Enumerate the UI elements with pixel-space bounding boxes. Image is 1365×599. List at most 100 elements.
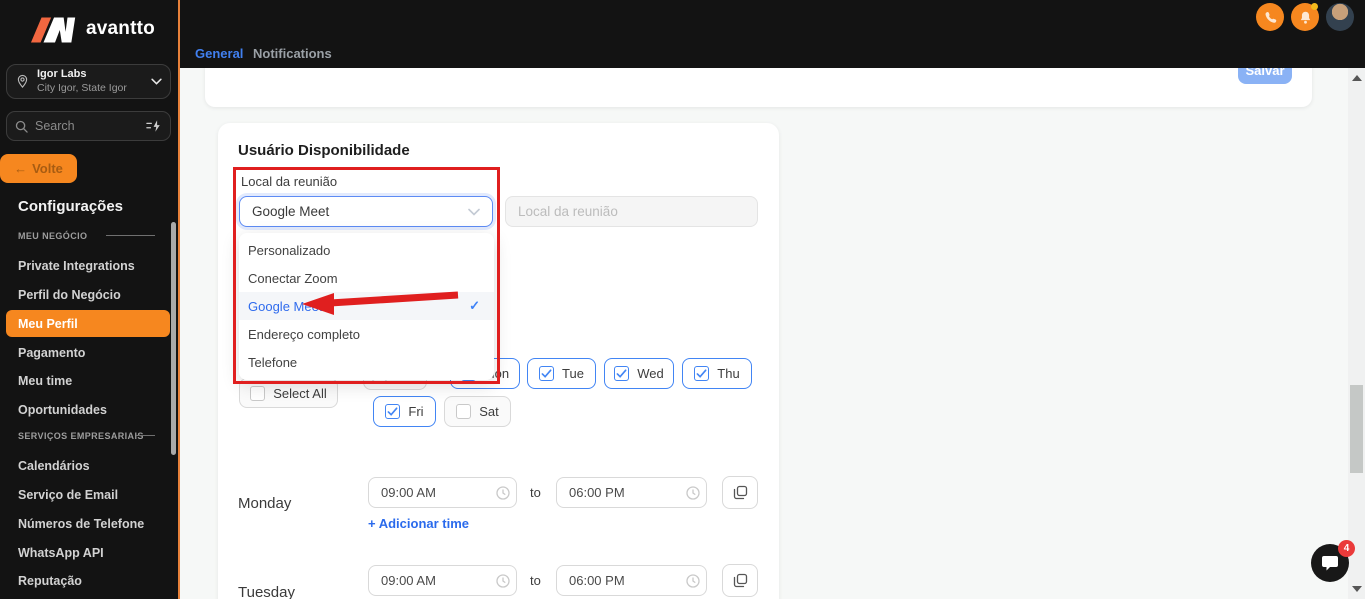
checkbox-icon	[250, 385, 266, 401]
monday-copy-button[interactable]	[722, 476, 758, 509]
section-divider	[136, 435, 155, 436]
day-toggle-sat[interactable]: Sat	[444, 396, 511, 427]
schedule-day-label: Tuesday	[238, 584, 295, 599]
dropdown-option-endereco-completo[interactable]: Endereço completo ✓	[239, 320, 494, 348]
location-name: Igor Labs	[37, 68, 87, 81]
scroll-up-icon[interactable]	[1352, 75, 1362, 81]
sidebar-item-pagamento[interactable]: Pagamento	[18, 346, 85, 360]
option-label: Telefone	[248, 354, 298, 370]
chat-unread-badge: 4	[1338, 540, 1355, 557]
tuesday-end-time-input[interactable]	[556, 565, 707, 596]
back-button-label: Volte	[32, 161, 63, 176]
location-subtitle: City Igor, State Igor	[37, 81, 127, 94]
page-scrollbar-thumb[interactable]	[1350, 385, 1363, 473]
dropdown-option-conectar-zoom[interactable]: Conectar Zoom ✓	[239, 264, 494, 292]
location-selector[interactable]: Igor Labs City Igor, State Igor	[6, 64, 171, 99]
sidebar-item-oportunidades[interactable]: Oportunidades	[18, 403, 107, 417]
settings-title: Configurações	[18, 198, 124, 215]
checkbox-icon	[456, 404, 472, 419]
option-label: Conectar Zoom	[248, 270, 338, 286]
checkbox-icon	[539, 366, 555, 381]
phone-icon	[1265, 11, 1276, 23]
sidebar-item-meu-perfil[interactable]: Meu Perfil	[6, 310, 170, 337]
sidebar-item-calendarios[interactable]: Calendários	[18, 459, 90, 473]
back-button[interactable]: ← Volte	[0, 154, 77, 183]
tuesday-start-time-input[interactable]	[368, 565, 517, 596]
search-input[interactable]	[35, 119, 139, 133]
day-toggle-thu[interactable]: Thu	[682, 358, 752, 389]
option-label: Google Meet	[248, 298, 323, 314]
day-toggle-tue[interactable]: Tue	[527, 358, 596, 389]
monday-add-time-link[interactable]: + Adicionar time	[368, 516, 469, 531]
copy-icon	[733, 485, 747, 500]
sidebar-item-numeros-de-telefone[interactable]: Números de Telefone	[18, 517, 144, 531]
section-label: MEU NEGÓCIO	[18, 231, 88, 241]
quick-search-bolt-icon[interactable]	[146, 119, 162, 133]
to-label: to	[530, 573, 541, 588]
chat-bubble-icon	[1322, 556, 1338, 571]
page-scrollbar[interactable]	[1348, 68, 1365, 599]
chevron-down-icon	[151, 78, 162, 85]
sidebar-divider	[178, 0, 180, 599]
meeting-location-select[interactable]: Google Meet	[239, 196, 493, 227]
day-label: Thu	[717, 366, 740, 381]
brand-name: avantto	[86, 18, 155, 39]
sidebar-item-servico-de-email[interactable]: Serviço de Email	[18, 488, 118, 502]
select-all-label: Select All	[273, 385, 327, 401]
day-label: Wed	[637, 366, 664, 381]
meeting-location-dropdown: Personalizado ✓ Conectar Zoom ✓ Google M…	[239, 233, 494, 380]
dropdown-option-telefone[interactable]: Telefone ✓	[239, 348, 494, 376]
meeting-location-label: Local da reunião	[241, 174, 338, 189]
option-label: Endereço completo	[248, 326, 361, 342]
tuesday-copy-button[interactable]	[722, 564, 758, 597]
location-pin-icon	[17, 74, 28, 88]
select-all-days-button[interactable]: Select All	[239, 378, 338, 408]
phone-action-button[interactable]	[1256, 3, 1284, 31]
day-label: Fri	[408, 404, 424, 419]
section-meu-negocio: MEU NEGÓCIO	[18, 231, 155, 241]
tab-general[interactable]: General	[195, 46, 243, 61]
day-toggle-fri[interactable]: Fri	[373, 396, 436, 427]
availability-title: Usuário Disponibilidade	[238, 142, 410, 159]
checkbox-icon	[614, 366, 630, 381]
check-icon: ✓	[469, 298, 480, 313]
top-header: General Notifications	[180, 0, 1365, 68]
copy-icon	[733, 573, 747, 588]
sidebar-search	[6, 111, 171, 141]
back-arrow-icon: ←	[14, 161, 28, 176]
sidebar-item-reputacao[interactable]: Reputação	[18, 574, 82, 588]
sidebar-item-private-integrations[interactable]: Private Integrations	[18, 259, 135, 273]
chevron-down-icon	[468, 208, 480, 216]
avantto-logo-icon	[30, 17, 76, 43]
section-servicos-empresariais: SERVIÇOS EMPRESARIAIS	[18, 431, 155, 441]
tab-notifications[interactable]: Notifications	[253, 46, 332, 61]
sidebar: avantto Igor Labs City Igor, State Igor …	[0, 0, 178, 599]
search-icon	[15, 120, 28, 133]
day-toggle-wed[interactable]: Wed	[604, 358, 674, 389]
sidebar-item-perfil-do-negocio[interactable]: Perfil do Negócio	[18, 288, 121, 302]
brand-logo: avantto	[30, 12, 155, 46]
scroll-down-icon[interactable]	[1352, 586, 1362, 592]
schedule-day-label: Monday	[238, 495, 292, 512]
meeting-location-input	[505, 196, 758, 227]
to-label: to	[530, 485, 541, 500]
section-divider	[106, 235, 155, 236]
notifications-button[interactable]	[1291, 3, 1319, 31]
option-label: Personalizado	[248, 242, 331, 258]
availability-card: Usuário Disponibilidade Local da reunião…	[218, 123, 779, 599]
sidebar-item-meu-time[interactable]: Meu time	[18, 374, 72, 388]
checkbox-icon	[385, 404, 401, 419]
selected-option-text: Google Meet	[252, 204, 330, 219]
checkbox-icon	[694, 366, 710, 381]
user-avatar[interactable]	[1326, 3, 1354, 31]
dropdown-option-google-meet[interactable]: Google Meet ✓	[239, 292, 494, 320]
section-label: SERVIÇOS EMPRESARIAIS	[18, 431, 144, 441]
dropdown-option-personalizado[interactable]: Personalizado ✓	[239, 236, 494, 264]
sidebar-item-whatsapp-api[interactable]: WhatsApp API	[18, 546, 104, 560]
notification-dot	[1311, 3, 1318, 10]
sidebar-scrollbar-thumb[interactable]	[171, 222, 176, 455]
monday-start-time-input[interactable]	[368, 477, 517, 508]
day-label: Sat	[479, 404, 499, 419]
monday-end-time-input[interactable]	[556, 477, 707, 508]
app-root: Salvar Usuário Disponibilidade Local da …	[0, 0, 1365, 599]
